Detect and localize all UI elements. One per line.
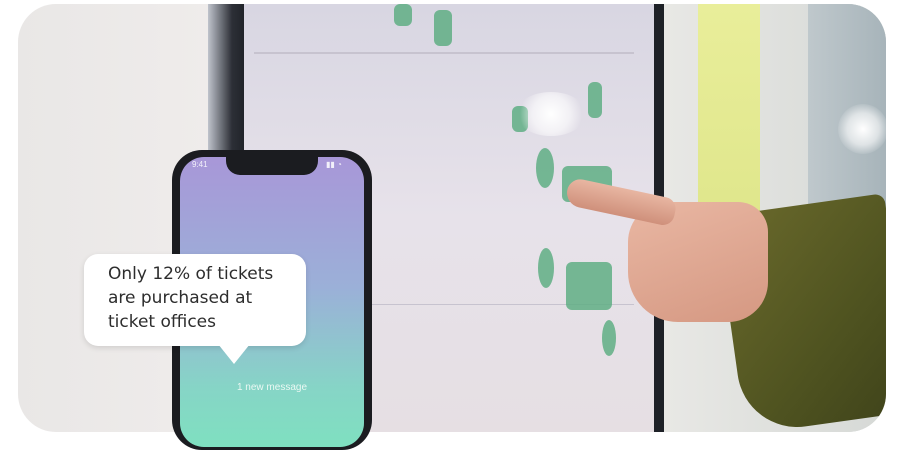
notification-text: 1 new message: [236, 382, 308, 393]
screen-button: [566, 262, 612, 310]
screen-button: [434, 10, 452, 46]
photo-frame: [18, 4, 886, 432]
signal-battery-icon: ▮▮ ◔: [326, 160, 342, 169]
speech-bubble-tail: [218, 344, 250, 364]
screen-button: [588, 82, 602, 118]
screen-button: [394, 4, 412, 26]
yellow-poster: [698, 4, 760, 224]
screen-divider: [254, 52, 634, 54]
speech-bubble-text: Only 12% of tickets are purchased at tic…: [108, 264, 274, 332]
screen-button: [538, 248, 554, 288]
status-time-icon: 9:41: [192, 160, 208, 169]
screen-button: [536, 148, 554, 188]
screen-button: [602, 320, 616, 356]
phone-notch: [226, 157, 318, 175]
light-glare: [516, 92, 586, 136]
ceiling-light: [838, 104, 886, 154]
